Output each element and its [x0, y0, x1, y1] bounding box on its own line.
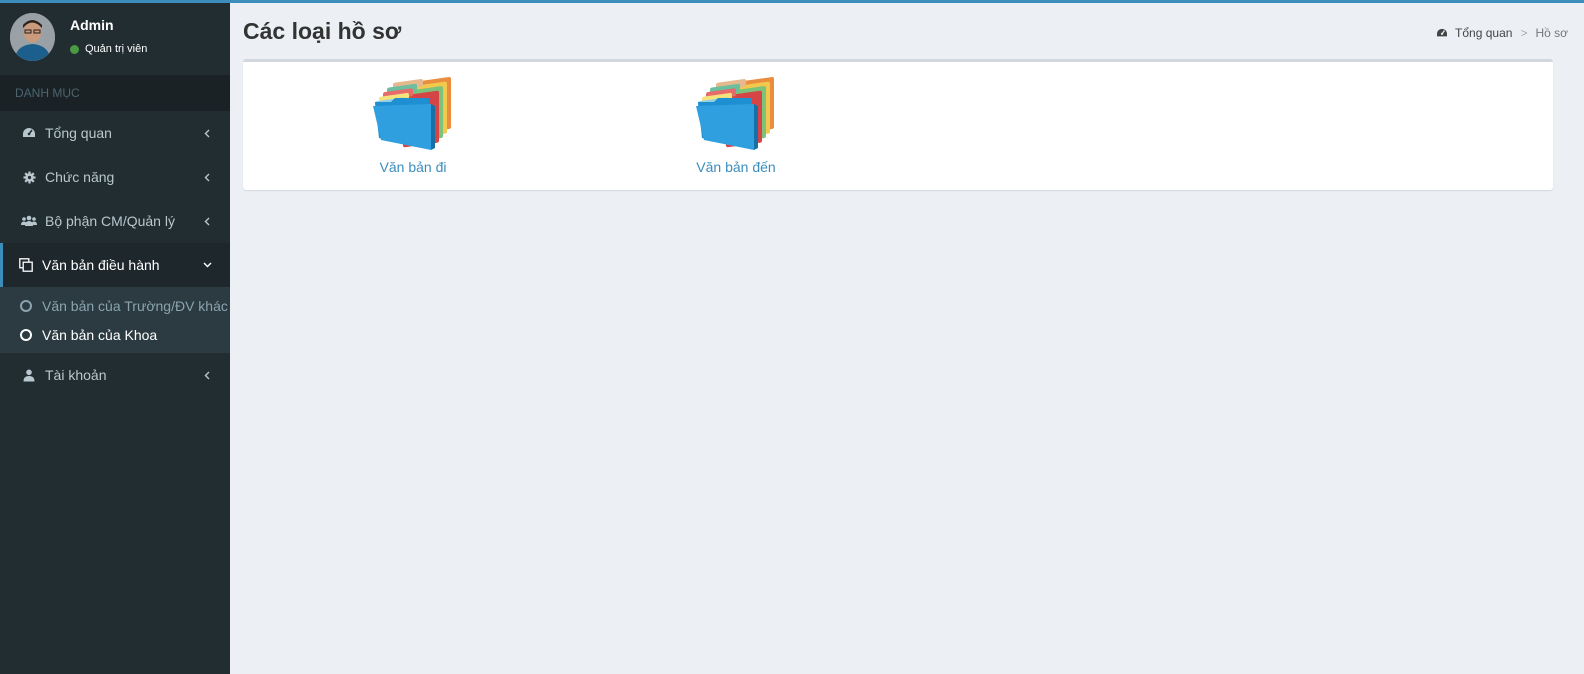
folder-tile-van-ban-den[interactable]: Văn bản đến [656, 72, 816, 175]
folder-icon [694, 72, 778, 157]
submenu-item-label: Văn bản của Khoa [42, 326, 158, 343]
menu-header: DANH MỤC [0, 75, 230, 111]
submenu-item-van-ban-khoa[interactable]: Văn bản của Khoa [0, 320, 230, 349]
sidebar-item-bo-phan[interactable]: Bộ phận CM/Quản lý [0, 199, 230, 243]
avatar[interactable] [10, 13, 55, 61]
sidebar-item-tai-khoan[interactable]: Tài khoản [0, 353, 230, 397]
user-name: Admin [70, 17, 114, 33]
circle-icon [20, 299, 32, 312]
gear-icon [21, 169, 37, 185]
dashboard-icon [21, 125, 37, 141]
sidebar-item-tong-quan[interactable]: Tổng quan [0, 111, 230, 155]
breadcrumb-separator: > [1520, 26, 1528, 40]
chevron-down-icon [202, 260, 212, 270]
folder-label[interactable]: Văn bản đến [656, 159, 816, 175]
user-role: Quản trị viên [85, 43, 148, 55]
sidebar-item-label: Chức năng [45, 169, 115, 185]
folder-label[interactable]: Văn bản đi [333, 159, 493, 175]
circle-icon [20, 328, 32, 341]
sidebar-item-label: Văn bản điều hành [42, 257, 160, 273]
user-panel: Admin Quản trị viên [0, 3, 230, 75]
chevron-left-icon [202, 216, 212, 226]
breadcrumb-current: Hồ sơ [1535, 26, 1568, 40]
chevron-left-icon [202, 128, 212, 138]
submenu-van-ban: Văn bản của Trường/ĐV khác Văn bản của K… [0, 287, 230, 353]
sidebar-item-van-ban-dieu-hanh[interactable]: Văn bản điều hành [0, 243, 230, 287]
copy-icon [18, 257, 34, 273]
sidebar-item-chuc-nang[interactable]: Chức năng [0, 155, 230, 199]
dashboard-icon [1436, 28, 1448, 38]
breadcrumb-home-label: Tổng quan [1455, 26, 1513, 40]
page-title: Các loại hồ sơ [243, 18, 402, 44]
user-status: Quản trị viên [70, 43, 147, 55]
sidebar-item-label: Tài khoản [45, 367, 107, 383]
submenu-item-label: Văn bản của Trường/ĐV khác [42, 297, 228, 314]
content-area: Các loại hồ sơ Tổng quan > Hồ sơ Văn bản… [230, 3, 1584, 674]
chevron-left-icon [202, 370, 212, 380]
sidebar: Admin Quản trị viên DANH MỤC Tổng quan C… [0, 3, 230, 674]
submenu-item-van-ban-truong[interactable]: Văn bản của Trường/ĐV khác [0, 291, 230, 320]
folder-box: Văn bản đi Văn bản đến [243, 59, 1553, 190]
folder-icon [371, 72, 455, 157]
folder-tile-van-ban-di[interactable]: Văn bản đi [333, 72, 493, 175]
user-icon [21, 367, 37, 383]
breadcrumb: Tổng quan > Hồ sơ [1436, 26, 1568, 40]
breadcrumb-home-link[interactable]: Tổng quan [1436, 26, 1512, 40]
users-icon [21, 213, 37, 229]
sidebar-item-label: Tổng quan [45, 125, 112, 141]
chevron-left-icon [202, 172, 212, 182]
online-status-icon [70, 44, 79, 54]
sidebar-item-label: Bộ phận CM/Quản lý [45, 213, 175, 229]
